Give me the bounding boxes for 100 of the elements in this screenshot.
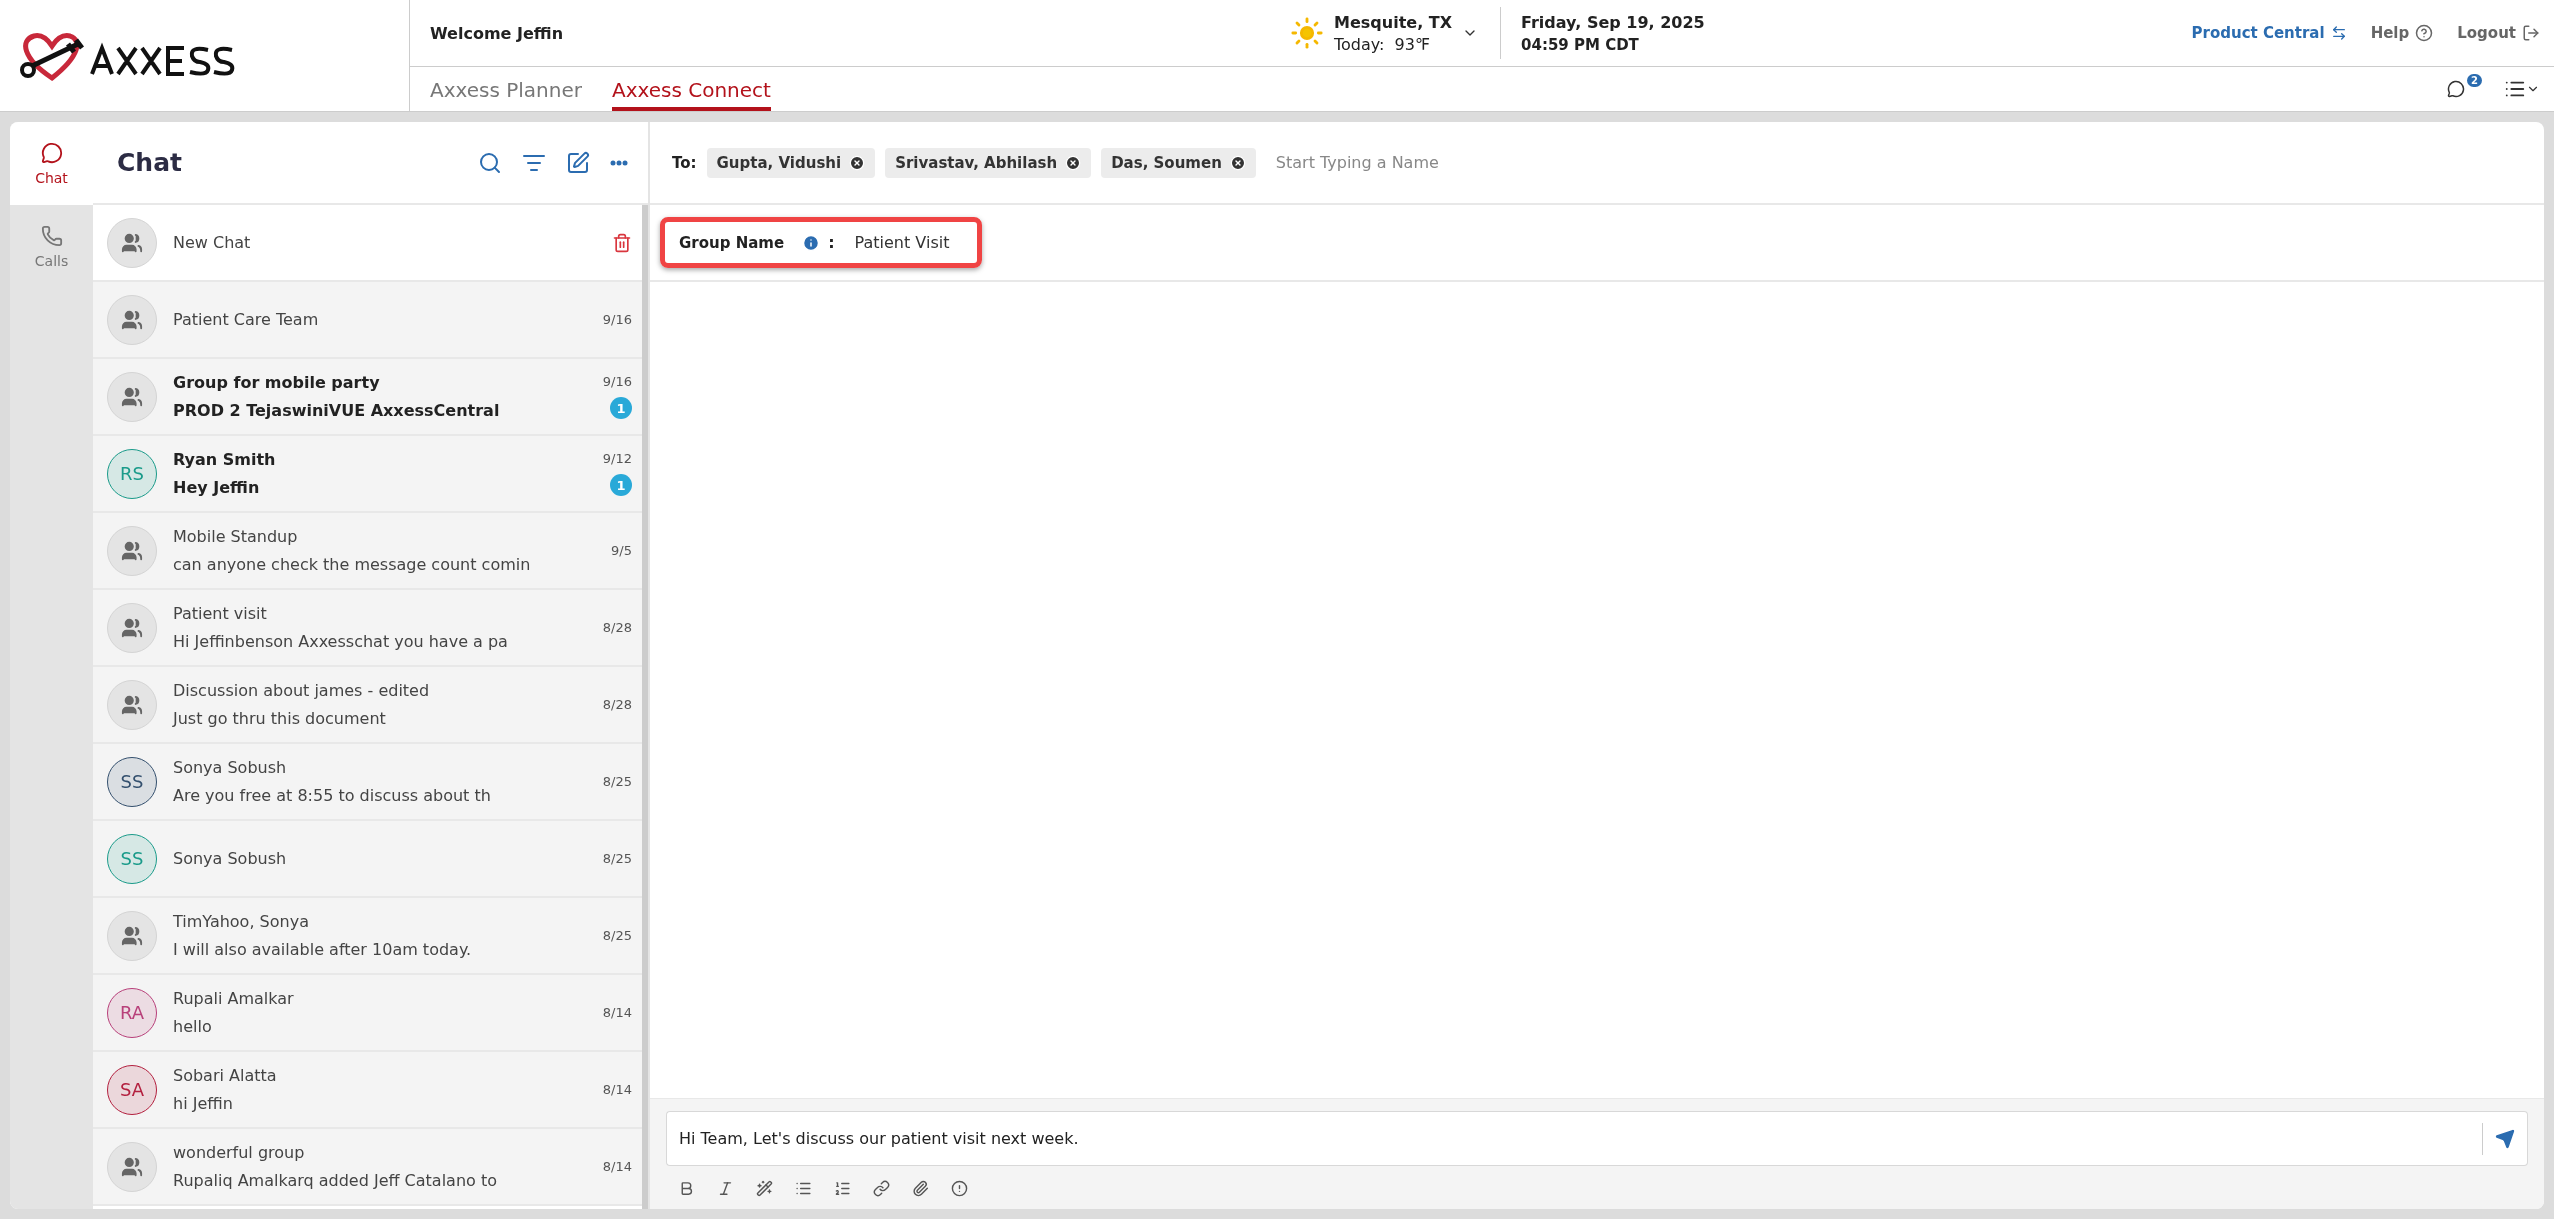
app-tab[interactable]: Axxess Planner [430, 78, 582, 111]
conversation-name: Patient Care Team [173, 310, 320, 329]
conversation-row[interactable]: RA Rupali Amalkar hello 8/14 [93, 975, 642, 1052]
conversation-date: 9/5 [611, 543, 632, 558]
magic-wand-button[interactable] [756, 1180, 773, 1197]
conversation-date: 8/25 [602, 851, 632, 866]
group-avatar [107, 602, 157, 653]
conversation-date: 9/12 [602, 451, 632, 466]
logout-link[interactable]: Logout [2457, 24, 2540, 42]
messages-button[interactable] [2447, 80, 2466, 98]
conversation-date: 8/28 [602, 620, 632, 635]
attach-button[interactable] [912, 1180, 929, 1197]
conversation-date: 9/16 [602, 312, 632, 327]
message-preview: Hey Jeffin [173, 478, 261, 497]
remove-icon[interactable] [1229, 154, 1246, 171]
product-link[interactable]: Product Central [2191, 24, 2347, 42]
priority-button[interactable] [951, 1180, 968, 1197]
welcome-text: Welcome Jeffin [430, 23, 565, 43]
conversation-date: 8/25 [602, 928, 632, 943]
message-preview: I will also available after 10am today. [173, 940, 473, 959]
group-avatar [107, 679, 157, 730]
recipient-chip[interactable]: Das, Soumen [1101, 147, 1256, 178]
time-text: 04:59 PM CDT [1521, 35, 1640, 54]
unread-count: 1 [610, 397, 632, 419]
bullet-list-button[interactable] [795, 1180, 812, 1197]
conversation-name: Sonya Sobush [173, 849, 288, 868]
message-preview: hello [173, 1017, 213, 1036]
group-avatar [107, 1141, 157, 1192]
conversation-row[interactable]: Group for mobile party PROD 2 TejaswiniVUE AxxessCentral 9/16 1 [93, 359, 642, 436]
conversation-name: wonderful group [173, 1143, 306, 1162]
separator-colon: : [828, 233, 835, 252]
to-label: To: [672, 153, 697, 172]
remove-icon[interactable] [849, 154, 866, 171]
recipient-chip[interactable]: Gupta, Vidushi [706, 147, 876, 178]
today-label: Today: [1334, 34, 1385, 54]
conversation-row[interactable]: RS Ryan Smith Hey Jeffin 9/12 1 [93, 436, 642, 513]
search-icon [478, 150, 502, 175]
conversation-row[interactable]: Discussion about james - edited Just go thru this document 8/28 [93, 667, 642, 744]
group-name-label: Group Name [679, 233, 785, 252]
conversation-row[interactable]: TimYahoo, Sonya I will also available after 10am today. 8/25 [93, 898, 642, 975]
message-preview: hi Jeffin [173, 1094, 234, 1113]
conversation-name: New Chat [173, 233, 252, 252]
group-avatar [107, 217, 157, 268]
swap-arrows-icon [2330, 25, 2347, 41]
conversation-date: 8/14 [602, 1082, 632, 1097]
conversation-row[interactable]: wonderful group Rupaliq Amalkarq added Jeff Catalano to 8/14 [93, 1129, 642, 1206]
logout-icon [2522, 24, 2540, 42]
conversation-row[interactable]: SS Sonya Sobush 8/25 [93, 821, 642, 898]
app-tab[interactable]: Axxess Connect [612, 78, 771, 111]
numbered-list-button[interactable] [834, 1180, 851, 1197]
remove-icon[interactable] [1065, 154, 1082, 171]
help-link[interactable]: Help [2370, 24, 2434, 42]
conversation-date: 9/16 [602, 374, 632, 389]
group-avatar [107, 525, 157, 576]
recipient-chip[interactable]: Srivastav, Abhilash [885, 147, 1092, 178]
unread-count: 1 [610, 474, 632, 496]
help-icon [2415, 24, 2434, 42]
conversation-row[interactable]: Patient visit Hi Jeffinbenson Axxesschat you have a pa 8/28 [93, 590, 642, 667]
conversation-name: Mobile Standup [173, 527, 299, 546]
group-avatar [107, 910, 157, 961]
conversation-row[interactable]: Mobile Standup can anyone check the message count comin 9/5 [93, 513, 642, 590]
initials-avatar: SS [107, 833, 157, 884]
chat-bubble-icon [40, 141, 63, 164]
conversation-name: TimYahoo, Sonya [173, 912, 310, 931]
notification-badge: 2 [2467, 74, 2482, 87]
conversation-date: 8/14 [602, 1005, 632, 1020]
message-preview: can anyone check the message count comin [173, 555, 532, 574]
conversation-date: 8/25 [602, 774, 632, 789]
initials-avatar: SA [107, 1064, 157, 1115]
sun-icon [1290, 16, 1324, 50]
link-button[interactable] [873, 1180, 890, 1197]
message-preview: PROD 2 TejaswiniVUE AxxessCentral [173, 401, 501, 420]
conversation-row[interactable]: SA Sobari Alatta hi Jeffin 8/14 [93, 1052, 642, 1129]
compose-icon [566, 150, 590, 175]
chat-title: Chat [117, 148, 182, 177]
date-text: Friday, Sep 19, 2025 [1521, 12, 1705, 32]
info-icon [802, 233, 821, 252]
conversation-row[interactable]: Patient Care Team 9/16 [93, 282, 642, 359]
rail-tab[interactable]: Calls [10, 205, 93, 288]
initials-avatar: SS [107, 756, 157, 807]
group-avatar [107, 294, 157, 345]
conversation-row[interactable]: SS Sonya Sobush Are you free at 8:55 to discuss about th 8/25 [93, 744, 642, 821]
phone-icon [40, 224, 63, 247]
message-preview: Just go thru this document [173, 709, 387, 728]
initials-avatar: RA [107, 987, 157, 1038]
italic-button[interactable] [717, 1180, 734, 1197]
group-avatar [107, 371, 157, 422]
trash-icon[interactable] [612, 232, 632, 253]
initials-avatar: RS [107, 448, 157, 499]
conversation-date: 8/14 [602, 1159, 632, 1174]
conversation-name: Patient visit [173, 604, 268, 623]
conversation-name: Sonya Sobush [173, 758, 288, 777]
conversation-name: Ryan Smith [173, 450, 277, 469]
more-icon[interactable] [610, 159, 628, 166]
conversation-name: Rupali Amalkar [173, 989, 295, 1008]
rail-tab[interactable]: Chat [10, 122, 93, 205]
conversation-name: Discussion about james - edited [173, 681, 431, 700]
message-preview: Are you free at 8:55 to discuss about th [173, 786, 492, 805]
weather-location: Mesquite, TX [1334, 12, 1453, 32]
conversation-name: Sobari Alatta [173, 1066, 278, 1085]
